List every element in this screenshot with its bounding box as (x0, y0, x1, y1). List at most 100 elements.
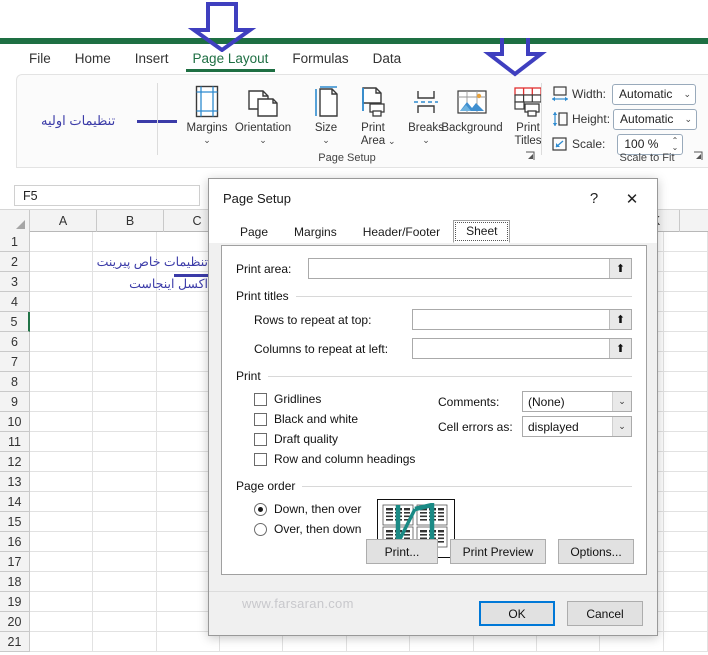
down-then-over-row[interactable]: Down, then over (254, 499, 361, 519)
row-header-18[interactable]: 18 (0, 572, 30, 592)
rows-repeat-input-wrap[interactable]: ⬆ (412, 309, 632, 330)
row-header-17[interactable]: 17 (0, 552, 30, 572)
grid-cell[interactable] (93, 392, 157, 412)
tab-data[interactable]: Data (362, 49, 413, 68)
grid-cell[interactable] (93, 432, 157, 452)
options-button[interactable]: Options... (558, 539, 634, 564)
grid-cell[interactable] (30, 592, 94, 612)
height-select[interactable]: Automatic ⌄ (613, 108, 698, 130)
grid-cell[interactable] (30, 392, 94, 412)
margins-button[interactable]: Margins ⌄ (176, 81, 238, 145)
close-icon[interactable]: ✕ (613, 184, 651, 214)
grid-cell[interactable] (663, 432, 708, 452)
column-header-b[interactable]: B (97, 210, 164, 232)
grid-cell[interactable] (663, 392, 708, 412)
grid-cell[interactable] (30, 632, 94, 652)
grid-cell[interactable] (663, 572, 708, 592)
rows-repeat-input[interactable] (413, 310, 609, 329)
grid-cell[interactable] (93, 292, 157, 312)
grid-cell[interactable] (93, 492, 157, 512)
black-and-white-row[interactable]: Black and white (254, 409, 438, 429)
width-chevron-down-icon[interactable]: ⌄ (683, 89, 691, 100)
dialog-tab-sheet[interactable]: Sheet (453, 220, 511, 243)
grid-cell[interactable] (663, 272, 708, 292)
row-header-19[interactable]: 19 (0, 592, 30, 612)
grid-cell[interactable] (30, 412, 94, 432)
grid-cell[interactable] (30, 452, 94, 472)
dialog-tab-header-footer[interactable]: Header/Footer (350, 221, 453, 243)
grid-cell[interactable] (30, 532, 94, 552)
cell-errors-select[interactable]: displayed ⌄ (522, 416, 632, 437)
gridlines-row[interactable]: Gridlines (254, 389, 438, 409)
grid-cell[interactable] (30, 552, 94, 572)
grid-cell[interactable] (663, 372, 708, 392)
grid-cell[interactable] (93, 512, 157, 532)
breaks-caret-icon[interactable]: ⌄ (395, 135, 457, 145)
cols-repeat-input[interactable] (413, 339, 609, 358)
grid-cell[interactable] (93, 372, 157, 392)
grid-cell[interactable] (663, 412, 708, 432)
gridlines-checkbox[interactable] (254, 392, 267, 406)
print-button[interactable]: Print... (366, 539, 438, 564)
grid-cell[interactable] (30, 312, 94, 332)
height-chevron-down-icon[interactable]: ⌄ (684, 114, 692, 125)
grid-cell[interactable] (93, 332, 157, 352)
grid-cell[interactable] (93, 232, 157, 252)
grid-cell[interactable] (663, 532, 708, 552)
grid-cell[interactable] (93, 312, 157, 332)
grid-cell[interactable] (93, 412, 157, 432)
row-header-6[interactable]: 6 (0, 332, 30, 352)
grid-cell[interactable] (663, 332, 708, 352)
row-header-12[interactable]: 12 (0, 452, 30, 472)
cols-repeat-input-wrap[interactable]: ⬆ (412, 338, 632, 359)
print-area-collapse-icon[interactable]: ⬆ (609, 259, 631, 278)
row-header-11[interactable]: 11 (0, 432, 30, 452)
grid-cell[interactable] (663, 232, 708, 252)
row-header-21[interactable]: 21 (0, 632, 30, 652)
row-header-5[interactable]: 5 (0, 312, 30, 332)
dialog-tab-page[interactable]: Page (227, 221, 281, 243)
help-icon[interactable]: ? (575, 184, 613, 214)
page-setup-dialog-launcher-icon[interactable] (525, 151, 535, 164)
grid-cell[interactable] (30, 292, 94, 312)
row-header-7[interactable]: 7 (0, 352, 30, 372)
grid-cell[interactable] (93, 592, 157, 612)
scale-stepper-icon[interactable]: ⌃ ⌄ (672, 137, 679, 152)
draft-quality-checkbox[interactable] (254, 432, 267, 446)
grid-cell[interactable] (663, 252, 708, 272)
tab-formulas[interactable]: Formulas (281, 49, 359, 68)
print-area-input[interactable] (309, 259, 609, 278)
row-header-1[interactable]: 1 (0, 232, 30, 252)
row-column-headings-checkbox[interactable] (254, 452, 267, 466)
cell-errors-chevron-down-icon[interactable]: ⌄ (612, 417, 631, 436)
row-column-headings-row[interactable]: Row and column headings (254, 449, 438, 469)
print-preview-button[interactable]: Print Preview (450, 539, 546, 564)
tab-file[interactable]: File (18, 49, 62, 68)
orientation-button[interactable]: Orientation ⌄ (232, 81, 294, 145)
grid-cell[interactable] (93, 532, 157, 552)
down-then-over-radio[interactable] (254, 502, 267, 516)
grid-cell[interactable] (663, 512, 708, 532)
row-header-3[interactable]: 3 (0, 272, 30, 292)
row-header-15[interactable]: 15 (0, 512, 30, 532)
grid-cell[interactable] (663, 352, 708, 372)
print-area-input-wrap[interactable]: ⬆ (308, 258, 632, 279)
row-header-14[interactable]: 14 (0, 492, 30, 512)
over-then-down-radio[interactable] (254, 522, 267, 536)
grid-cell[interactable] (30, 432, 94, 452)
grid-cell[interactable] (30, 492, 94, 512)
row-header-20[interactable]: 20 (0, 612, 30, 632)
dialog-tab-margins[interactable]: Margins (281, 221, 350, 243)
row-header-4[interactable]: 4 (0, 292, 30, 312)
row-header-2[interactable]: 2 (0, 252, 30, 272)
margins-caret-icon[interactable]: ⌄ (176, 135, 238, 145)
grid-cell[interactable] (663, 472, 708, 492)
grid-cell[interactable] (30, 612, 94, 632)
over-then-down-row[interactable]: Over, then down (254, 519, 361, 539)
grid-cell[interactable] (663, 292, 708, 312)
draft-quality-row[interactable]: Draft quality (254, 429, 438, 449)
comments-select[interactable]: (None) ⌄ (522, 391, 632, 412)
column-header-a[interactable]: A (30, 210, 97, 232)
grid-cell[interactable] (93, 612, 157, 632)
select-all-corner[interactable] (0, 210, 30, 232)
